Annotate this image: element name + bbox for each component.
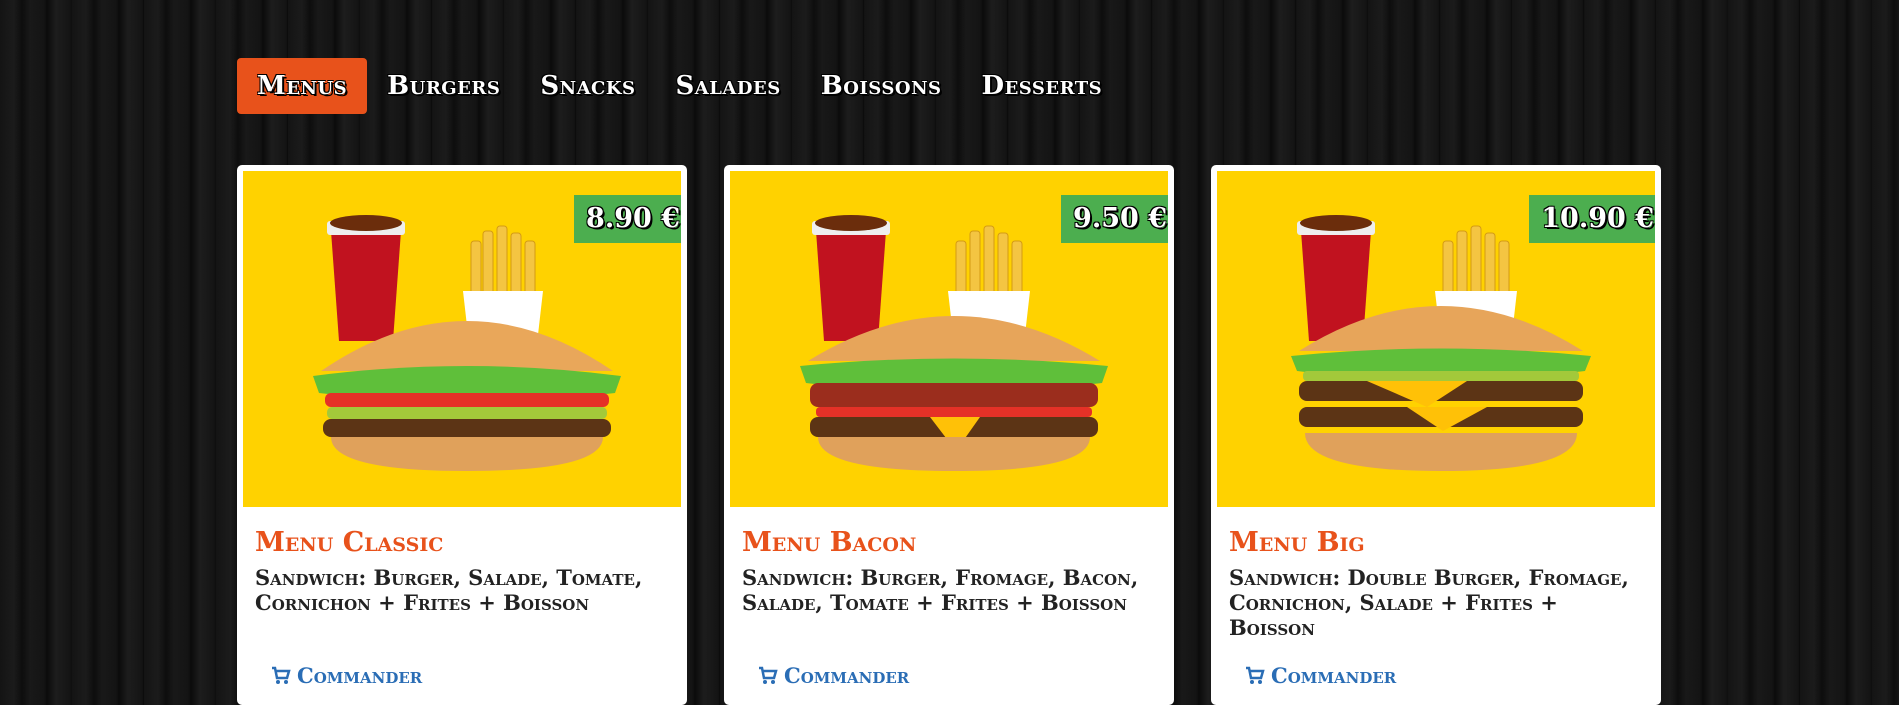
card-description: Sandwich: Double Burger, Fromage, Cornic…: [1229, 565, 1629, 640]
order-label: Commander: [297, 663, 423, 688]
menu-card-bacon: 9.50 € Menu Bacon Sandwich: Burger, From…: [724, 165, 1174, 705]
nav-tab-snacks[interactable]: Snacks: [520, 58, 655, 114]
price-badge: 10.90 €: [1529, 187, 1655, 243]
menu-classic-photo: 8.90 €: [243, 171, 681, 507]
card-title: Menu Classic: [255, 527, 444, 558]
price-badge: 8.90 €: [574, 187, 681, 243]
card-description: Sandwich: Burger, Salade, Tomate, Cornic…: [255, 565, 643, 615]
order-button[interactable]: Commander: [758, 663, 909, 688]
order-label: Commander: [1271, 663, 1397, 688]
nav-tab-menus[interactable]: Menus: [237, 58, 368, 114]
menu-big-photo: 10.90 €: [1217, 171, 1655, 507]
menu-bacon-photo: 9.50 €: [730, 171, 1168, 507]
card-description: Sandwich: Burger, Fromage, Bacon, Salade…: [742, 565, 1139, 615]
order-button[interactable]: Commander: [1245, 663, 1396, 688]
category-nav: Menus Burgers Snacks Salades Boissons De…: [237, 58, 1122, 114]
card-title: Menu Bacon: [742, 527, 917, 558]
nav-tab-desserts[interactable]: Desserts: [962, 58, 1123, 114]
order-button[interactable]: Commander: [271, 663, 422, 688]
menu-card-big: 10.90 € Menu Big Sandwich: Double Burger…: [1211, 165, 1661, 705]
nav-tab-salades[interactable]: Salades: [656, 58, 801, 114]
menu-card-classic: 8.90 € Menu Classic Sandwich: Burger, Sa…: [237, 165, 687, 705]
order-label: Commander: [784, 663, 910, 688]
nav-tab-boissons[interactable]: Boissons: [801, 58, 962, 114]
nav-tab-burgers[interactable]: Burgers: [367, 58, 520, 114]
price-badge: 9.50 €: [1061, 187, 1168, 243]
card-title: Menu Big: [1229, 527, 1365, 558]
